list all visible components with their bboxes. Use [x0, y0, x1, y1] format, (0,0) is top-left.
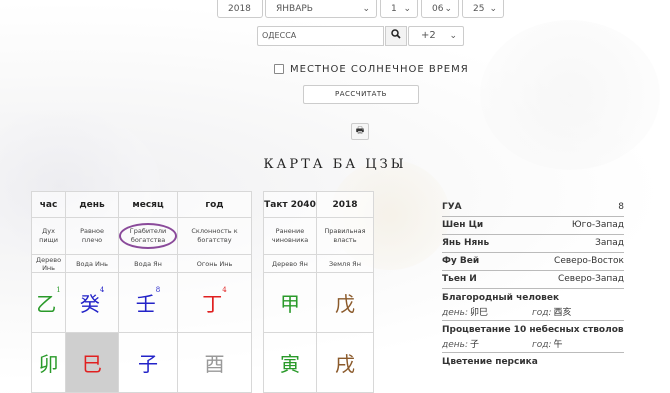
yan-value: Запад	[595, 238, 624, 248]
pillar-header: год	[177, 191, 252, 218]
day-select[interactable]: 1 ⌄	[380, 0, 418, 18]
search-button[interactable]	[385, 26, 407, 46]
day-select-value: 1	[391, 4, 397, 14]
pros-year-value: 午	[553, 340, 563, 350]
hour-select-value: 06	[432, 4, 444, 14]
chart-title: КАРТА БА ЦЗЫ	[263, 157, 407, 172]
stem-char: 乙	[36, 292, 57, 316]
pillar-god-highlighted: Грабители богатства	[118, 217, 179, 255]
pillars-table: час день месяц год Дух пищи Равное плечо…	[30, 191, 252, 393]
luck-element: Земля Ян	[315, 254, 375, 273]
noble-title: Благородный человек	[442, 293, 560, 303]
month-select-value: ЯНВАРЬ	[276, 4, 313, 14]
print-button[interactable]: 🖶	[351, 123, 369, 140]
pillar-element: Вода Ян	[118, 254, 179, 273]
fu-row: Фу Вей Северо-Восток	[442, 253, 624, 271]
solar-time-checkbox[interactable]	[274, 64, 284, 74]
solar-time-option[interactable]: МЕСТНОЕ СОЛНЕЧНОЕ ВРЕМЯ	[274, 64, 469, 75]
noble-values: день: 卯巳 год: 酉亥	[442, 306, 624, 321]
gua-value: 8	[618, 202, 624, 212]
solar-time-label: МЕСТНОЕ СОЛНЕЧНОЕ ВРЕМЯ	[290, 64, 469, 75]
prosperity-title: Процветание 10 небесных стволов	[442, 325, 624, 335]
luck-god: Правильная власть	[315, 217, 375, 255]
stem-char: 癸	[79, 292, 100, 316]
background-orchid	[480, 20, 660, 170]
chevron-down-icon: ⌄	[362, 4, 370, 14]
pros-year-label: год:	[532, 340, 552, 350]
print-icon: 🖶	[355, 126, 365, 136]
heavenly-stem: 癸4	[65, 272, 120, 333]
luck-stem: 甲	[263, 272, 317, 333]
fu-label: Фу Вей	[442, 256, 480, 266]
pillar-header: день	[65, 191, 120, 218]
pillar-element: Огонь Инь	[177, 254, 252, 273]
tyen-label: Тьен И	[442, 274, 477, 284]
pillar-element: Дерево Инь	[30, 254, 67, 273]
luck-header: Такт 2040	[263, 191, 317, 218]
stem-number: 1	[56, 286, 61, 294]
luck-element: Дерево Ян	[263, 254, 317, 273]
yan-label: Янь Нянь	[442, 238, 490, 248]
chevron-down-icon: ⌄	[489, 4, 497, 14]
pillar-god: Склонность к богатству	[177, 217, 252, 255]
stem-number: 4	[222, 286, 227, 294]
noble-year-value: 酉亥	[553, 308, 572, 318]
noble-day-value: 卯巳	[469, 308, 488, 318]
gua-label: ГУА	[442, 202, 462, 212]
heavenly-stem: 乙1	[30, 272, 67, 333]
hour-select[interactable]: 06 ⌄	[421, 0, 459, 18]
chevron-down-icon: ⌄	[444, 4, 452, 14]
noble-block: Благородный человек день: 卯巳 год: 酉亥	[442, 291, 624, 321]
prosperity-values: день: 子 год: 午	[442, 338, 624, 353]
gua-row: ГУА 8	[442, 199, 624, 217]
shen-row: Шен Ци Юго-Запад	[442, 217, 624, 235]
shen-label: Шен Ци	[442, 220, 484, 230]
luck-header: 2018	[315, 191, 375, 218]
pillar-god: Грабители богатства	[119, 223, 178, 249]
luck-stem: 戊	[315, 272, 375, 333]
calculate-button[interactable]: РАССЧИТАТЬ	[303, 85, 419, 104]
peach-title: Цветение персика	[442, 357, 538, 367]
heavenly-stem: 丁4	[177, 272, 252, 333]
minute-select-value: 25	[473, 4, 485, 14]
pillar-header: час	[30, 191, 67, 218]
prosperity-block: Процветание 10 небесных стволов день: 子 г…	[442, 323, 624, 353]
pros-day-label: день:	[442, 340, 468, 350]
shen-value: Юго-Запад	[571, 220, 624, 230]
chevron-down-icon: ⌄	[403, 4, 411, 14]
chevron-down-icon: ⌄	[449, 31, 457, 41]
year-select[interactable]: 2018	[217, 0, 263, 18]
pillar-god: Равное плечо	[65, 217, 120, 255]
fu-value: Северо-Восток	[554, 256, 624, 266]
noble-year-label: год:	[532, 308, 552, 318]
yan-row: Янь Нянь Запад	[442, 235, 624, 253]
month-select[interactable]: ЯНВАРЬ ⌄	[265, 0, 377, 18]
pillar-element: Вода Инь	[65, 254, 120, 273]
year-select-value: 2018	[228, 4, 251, 14]
tyen-value: Северо-Запад	[557, 274, 624, 284]
minute-select[interactable]: 25 ⌄	[462, 0, 504, 18]
tyen-row: Тьен И Северо-Запад	[442, 271, 624, 289]
luck-god: Ранение чиновника	[263, 217, 317, 255]
search-icon	[391, 29, 401, 42]
noble-day-label: день:	[442, 308, 468, 318]
pillar-god: Дух пищи	[30, 217, 67, 255]
timezone-select[interactable]: +2 ⌄	[408, 26, 464, 46]
pros-day-value: 子	[469, 340, 479, 350]
luck-pillars-table: Такт 2040 2018 Ранение чиновника Правиль…	[263, 191, 375, 393]
stem-char: 丁	[202, 292, 223, 316]
city-input[interactable]: ОДЕССА	[257, 26, 384, 46]
stem-char: 壬	[135, 292, 156, 316]
peach-block: Цветение персика	[442, 355, 624, 370]
stem-number: 8	[155, 286, 161, 294]
pillar-header: месяц	[118, 191, 179, 218]
info-panel: ГУА 8 Шен Ци Юго-Запад Янь Нянь Запад Фу Ве…	[442, 199, 624, 370]
stem-number: 4	[99, 286, 105, 294]
timezone-select-value: +2	[421, 30, 436, 41]
heavenly-stem: 壬8	[118, 272, 179, 333]
